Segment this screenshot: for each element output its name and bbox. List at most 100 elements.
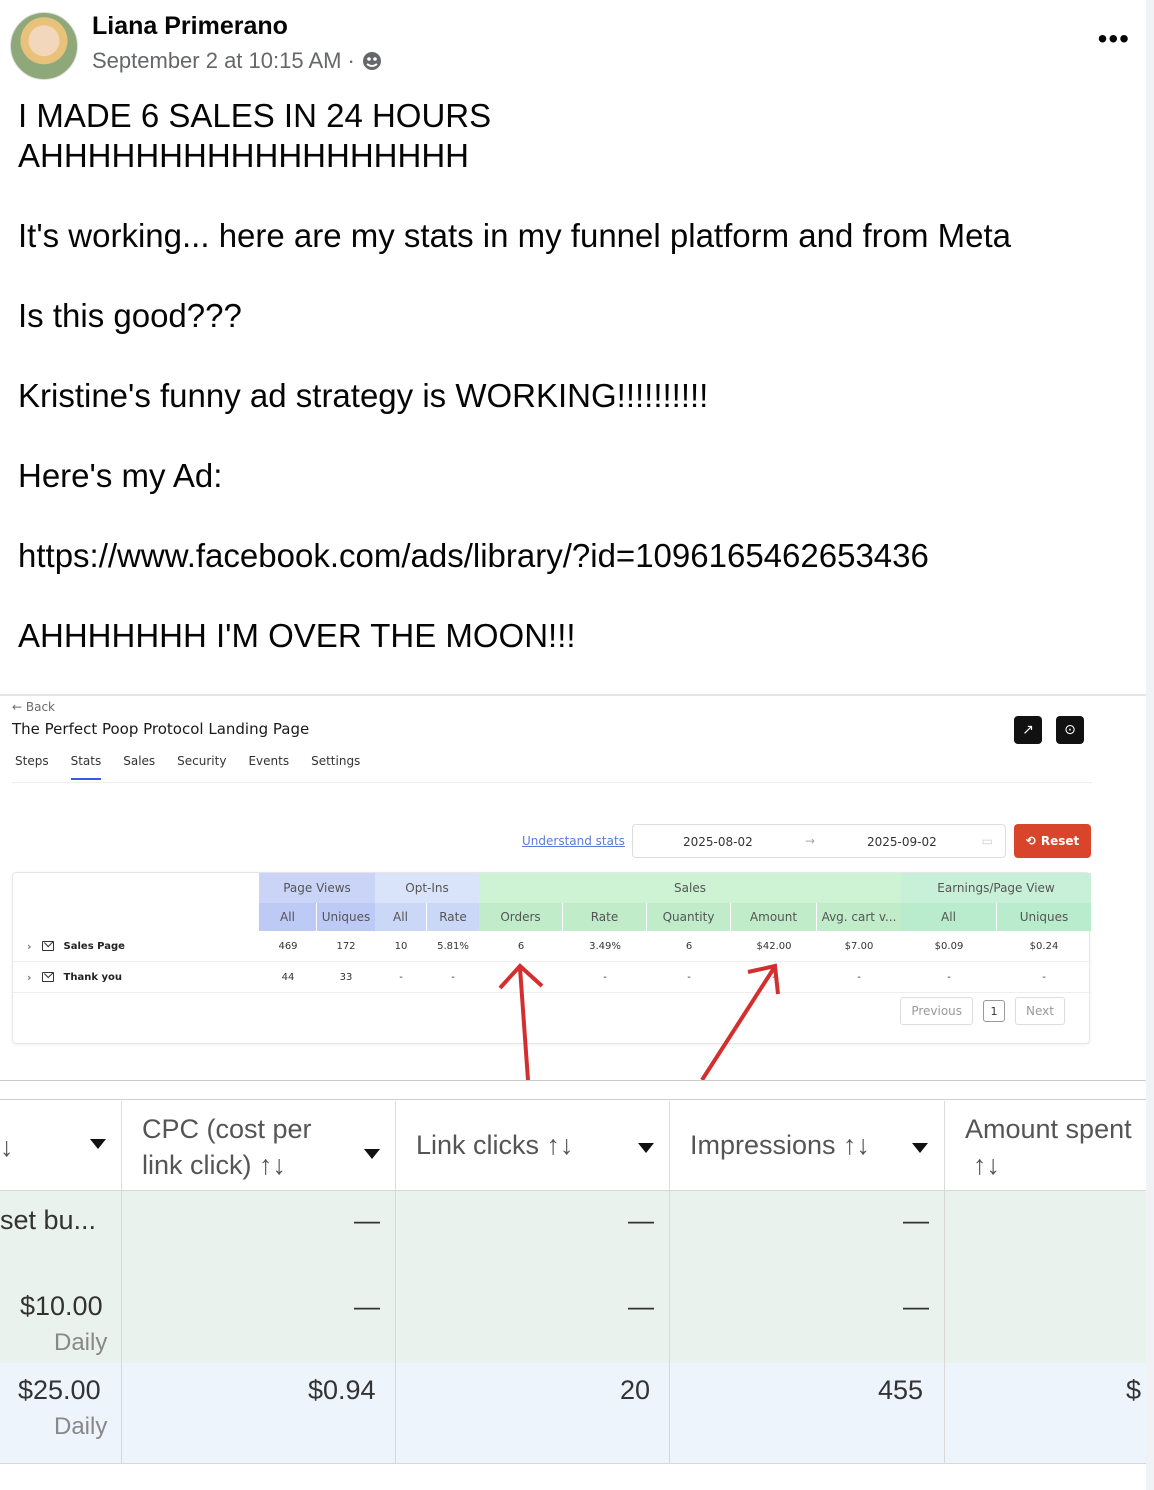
page-number[interactable]: 1 xyxy=(983,1000,1006,1022)
caret-down-icon[interactable] xyxy=(90,1139,106,1149)
stats-table: Page Views Opt-Ins Sales Earnings/Page V… xyxy=(12,872,1091,1044)
reset-button[interactable]: ⟲ Reset xyxy=(1014,824,1091,858)
funnel-stats-screenshot: ← Back The Perfect Poop Protocol Landing… xyxy=(0,694,1146,1082)
cell: 44 xyxy=(281,971,295,983)
author-name[interactable]: Liana Primerano xyxy=(92,12,288,41)
ad-library-link[interactable]: https://www.facebook.com/ads/library/?id… xyxy=(18,536,1128,576)
post-line: Is this good??? xyxy=(18,297,242,334)
tab-security[interactable]: Security xyxy=(177,754,226,780)
cell: - xyxy=(772,971,776,983)
pagination: Previous 1 Next xyxy=(900,997,1065,1025)
sort-icon: ↓ xyxy=(0,1132,14,1162)
cell: - xyxy=(399,971,403,983)
link-clicks-value: 20 xyxy=(620,1375,651,1405)
cpc-value: $0.94 xyxy=(308,1375,376,1405)
tab-steps[interactable]: Steps xyxy=(15,754,49,780)
col-link-clicks-header[interactable]: Link clicks ↑↓ xyxy=(396,1101,670,1190)
dash: — xyxy=(628,1205,654,1235)
caret-down-icon[interactable] xyxy=(364,1149,380,1159)
ads-table-row[interactable]: set bu... — — — $10.00 Daily — — — xyxy=(0,1191,1146,1363)
chevron-right-icon[interactable]: › xyxy=(27,940,32,953)
cell: - xyxy=(857,971,861,983)
tab-settings[interactable]: Settings xyxy=(311,754,360,780)
caret-down-icon[interactable] xyxy=(912,1143,928,1153)
info-button[interactable]: ⊙ xyxy=(1056,716,1084,744)
refresh-icon: ⟲ xyxy=(1025,834,1036,848)
cpc-header-line1: CPC (cost per xyxy=(142,1114,312,1144)
cell: - xyxy=(519,971,523,983)
meta-ads-screenshot: ↓ CPC (cost per link click) ↑↓ Link clic… xyxy=(0,1080,1146,1490)
date-from: 2025-08-02 xyxy=(683,835,753,849)
cell: - xyxy=(603,971,607,983)
campaign-name-truncated[interactable]: set bu... xyxy=(0,1205,96,1236)
col-impressions-header[interactable]: Impressions ↑↓ xyxy=(670,1101,945,1190)
next-button[interactable]: Next xyxy=(1015,997,1065,1025)
group-opt-ins: Opt-Ins xyxy=(375,873,479,903)
tab-sales[interactable]: Sales xyxy=(123,754,155,780)
cell: $7.00 xyxy=(844,940,874,952)
cell: 469 xyxy=(278,940,298,952)
col-epv-uniques[interactable]: Uniques xyxy=(997,903,1091,931)
tab-events[interactable]: Events xyxy=(248,754,289,780)
amount-header-line2: ↑↓ xyxy=(973,1150,1000,1180)
avatar[interactable] xyxy=(10,12,78,80)
budget-value: $25.00 xyxy=(18,1375,101,1405)
table-row[interactable]: › Sales Page 469 172 10 5.81% 6 3.49% 6 … xyxy=(13,931,1091,962)
col-amount[interactable]: Amount xyxy=(731,903,817,931)
cell: - xyxy=(1042,971,1046,983)
row-label: Thank you xyxy=(63,971,122,983)
arrow-right-icon: → xyxy=(805,834,816,848)
cell: - xyxy=(451,971,455,983)
post-line: Kristine's funny ad strategy is WORKING!… xyxy=(18,377,709,414)
post-body: I MADE 6 SALES IN 24 HOURS AHHHHHHHHHHHH… xyxy=(18,96,1128,656)
funnel-tabs: Steps Stats Sales Security Events Settin… xyxy=(15,754,382,780)
back-link[interactable]: ← Back xyxy=(12,700,55,714)
date-to: 2025-09-02 xyxy=(867,835,937,849)
dash: — xyxy=(354,1205,380,1235)
col-avg-cart[interactable]: Avg. cart v... xyxy=(817,903,901,931)
post-meta: September 2 at 10:15 AM · xyxy=(92,48,383,74)
group-sales: Sales xyxy=(479,873,901,903)
previous-button[interactable]: Previous xyxy=(900,997,974,1025)
tab-stats[interactable]: Stats xyxy=(70,754,102,780)
understand-stats-link[interactable]: Understand stats xyxy=(522,834,625,848)
col-amount-spent-header[interactable]: Amount spent ↑↓ xyxy=(945,1101,1146,1190)
budget-value: $10.00 xyxy=(20,1291,103,1321)
mail-icon xyxy=(41,941,54,951)
dash: — xyxy=(354,1291,380,1321)
post-line: AHHHHHHH I'M OVER THE MOON!!! xyxy=(18,617,576,654)
date-range-picker[interactable]: 2025-08-02 → 2025-09-02 ▭ xyxy=(632,824,1006,858)
dash: — xyxy=(903,1205,929,1235)
row-label: Sales Page xyxy=(63,940,125,952)
chevron-right-icon[interactable]: › xyxy=(27,971,32,984)
cell: $0.09 xyxy=(934,940,964,952)
cell: 6 xyxy=(517,940,525,952)
cell: $42.00 xyxy=(756,940,792,952)
col-oi-rate[interactable]: Rate xyxy=(427,903,479,931)
col-pv-all[interactable]: All xyxy=(259,903,317,931)
ads-table-header: ↓ CPC (cost per link click) ↑↓ Link clic… xyxy=(0,1101,1146,1191)
ads-table-row[interactable]: $25.00 Daily $0.94 20 455 $ xyxy=(0,1363,1146,1463)
post-header: Liana Primerano September 2 at 10:15 AM … xyxy=(10,10,1144,80)
cell: - xyxy=(947,971,951,983)
cell: $0.24 xyxy=(1029,940,1059,952)
col-epv-all[interactable]: All xyxy=(901,903,997,931)
post-timestamp[interactable]: September 2 at 10:15 AM xyxy=(92,48,342,74)
caret-down-icon[interactable] xyxy=(638,1143,654,1153)
col-oi-all[interactable]: All xyxy=(375,903,427,931)
more-options-icon[interactable]: ••• xyxy=(1098,25,1130,53)
budget-period: Daily xyxy=(54,1413,108,1440)
mail-icon xyxy=(41,972,54,982)
external-link-button[interactable]: ↗ xyxy=(1014,716,1042,744)
col-sales-rate[interactable]: Rate xyxy=(563,903,647,931)
col-orders[interactable]: Orders xyxy=(479,903,563,931)
funnel-title: The Perfect Poop Protocol Landing Page xyxy=(12,720,310,738)
col-pv-uniques[interactable]: Uniques xyxy=(317,903,375,931)
post-line: I MADE 6 SALES IN 24 HOURS xyxy=(18,97,492,134)
col-budget-header[interactable]: ↓ xyxy=(0,1101,122,1190)
col-quantity[interactable]: Quantity xyxy=(647,903,731,931)
cell: - xyxy=(687,971,691,983)
cell: 172 xyxy=(336,940,356,952)
table-row[interactable]: › Thank you 44 33 - - - - - - - - - xyxy=(13,962,1091,993)
col-cpc-header[interactable]: CPC (cost per link click) ↑↓ xyxy=(122,1101,396,1190)
